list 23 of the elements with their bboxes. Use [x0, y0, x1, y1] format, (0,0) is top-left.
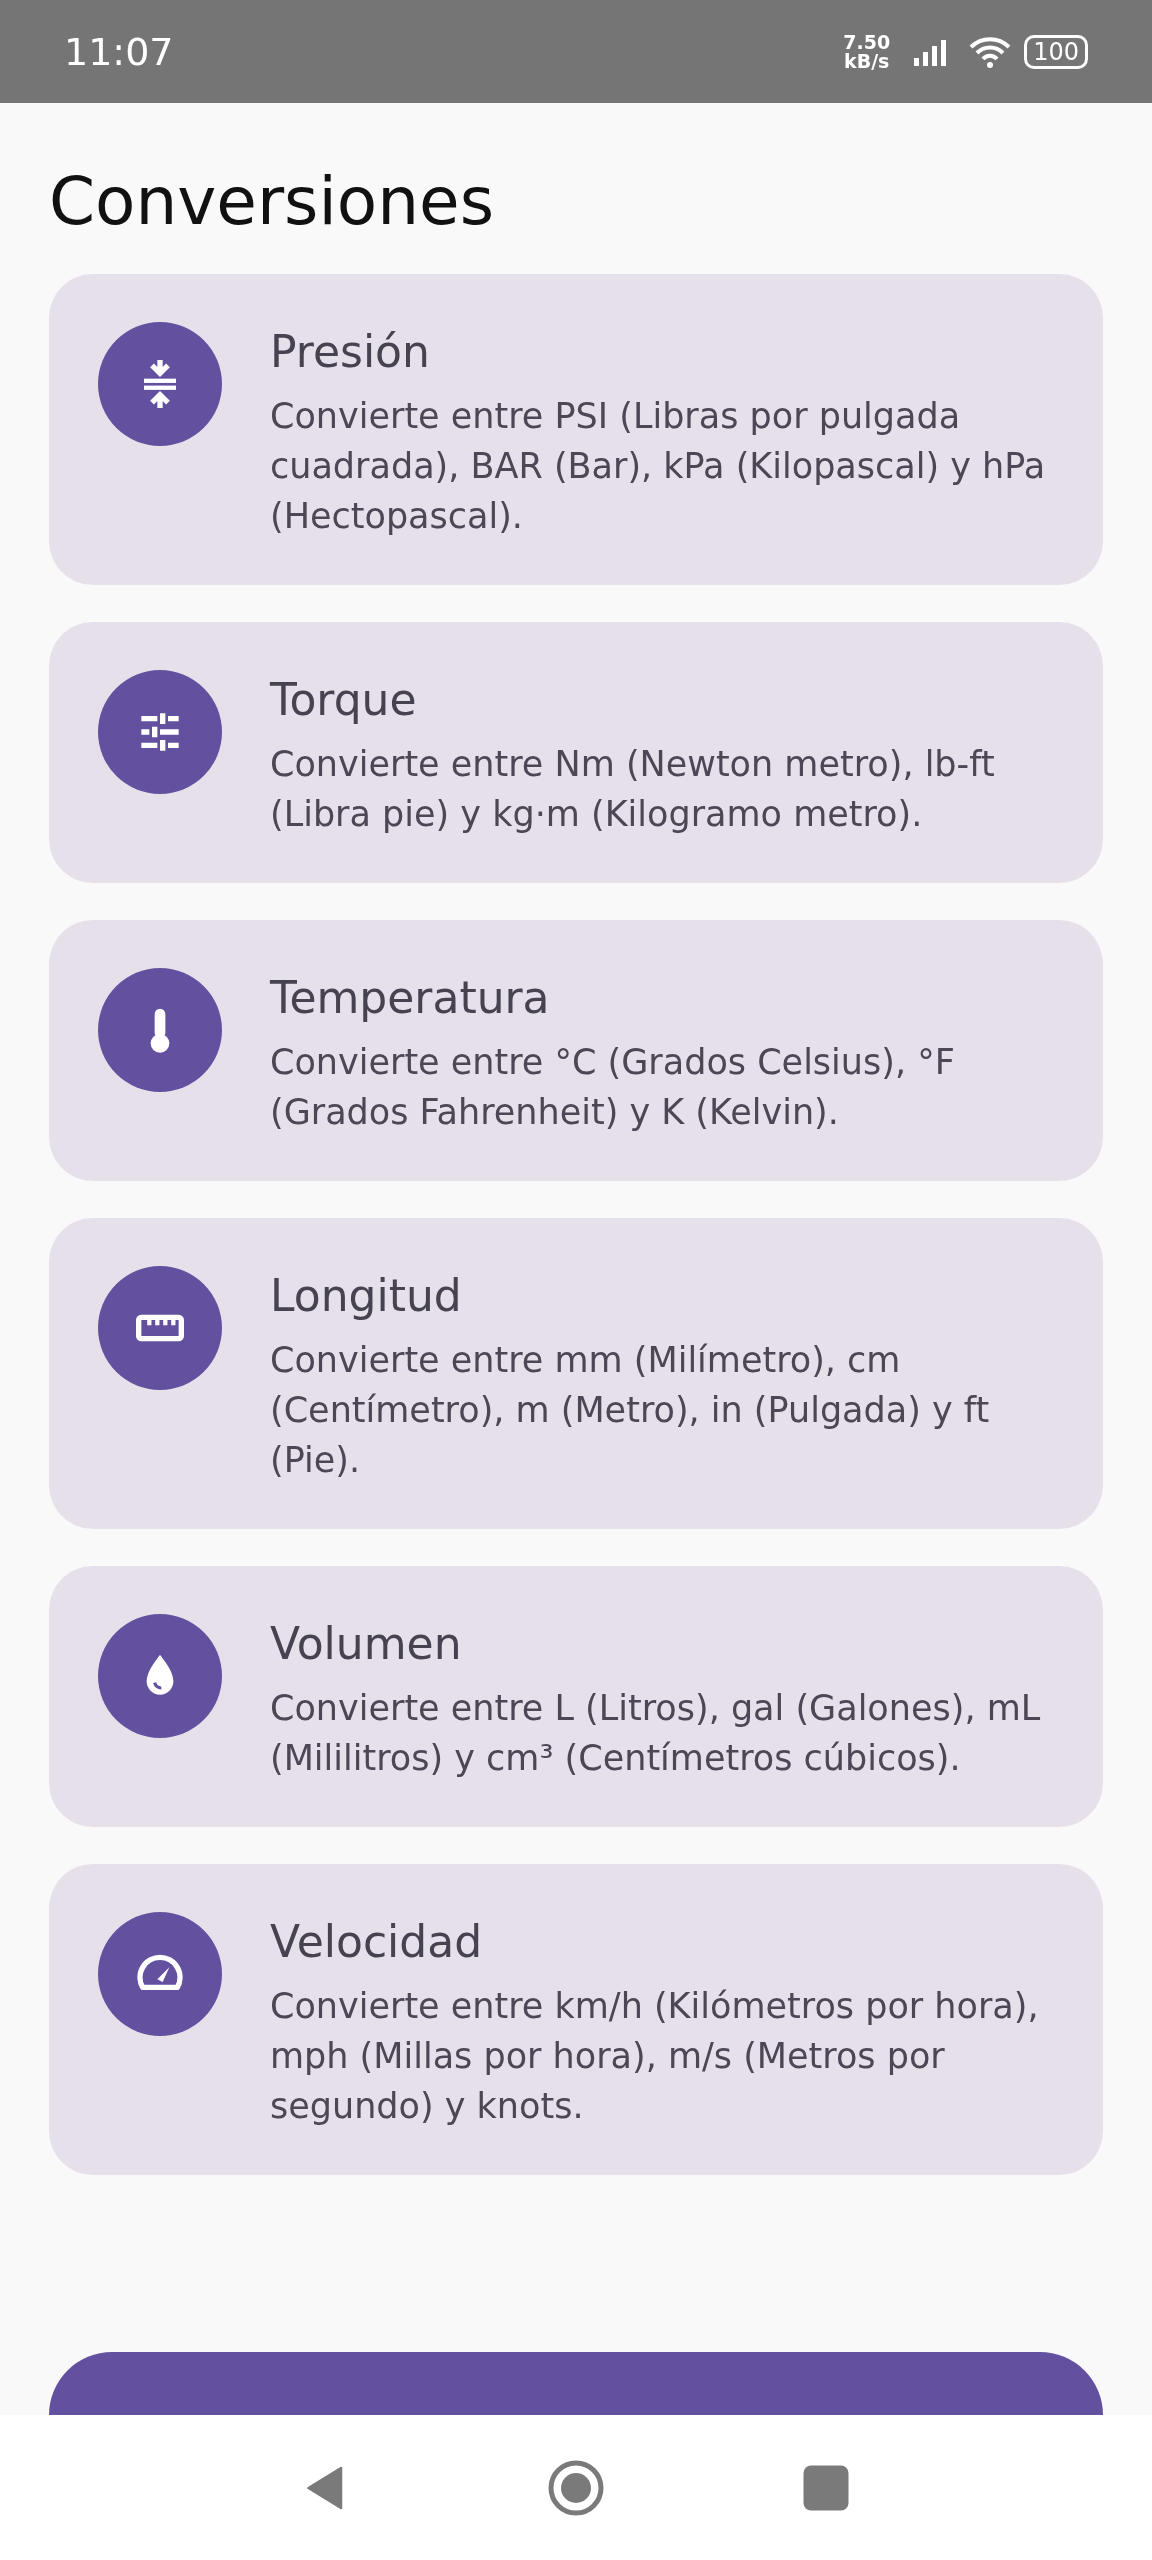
card-title: Torque	[270, 674, 418, 725]
conversion-card[interactable]: Presión Convierte entre PSI (Libras por pulgada cuadrada), BAR (Bar), kPa (Kilopascal) y hPa (Hectopascal).	[49, 274, 1103, 585]
conversion-card[interactable]: Velocidad Convierte entre km/h (Kilómetros por hora), mph (Millas por hora), m/s (Metros por segundo) y knots.	[49, 1864, 1103, 2175]
network-speed: 7.50 kB/s	[843, 32, 891, 71]
wifi-icon	[968, 34, 1013, 69]
conversion-card[interactable]: Volumen Convierte entre L (Litros), gal (Galones), mL (Mililitros) y cm³ (Centímetros cúbicos).	[49, 1566, 1103, 1827]
card-title: Presión	[270, 326, 431, 377]
card-description: Convierte entre PSI (Libras por pulgada cuadrada), BAR (Bar), kPa (Kilopascal) y hPa (Hectopascal).	[270, 395, 1047, 538]
card-title: Volumen	[270, 1618, 463, 1669]
card-description: Convierte entre km/h (Kilómetros por hora), mph (Millas por hora), m/s (Metros por segundo) y knots.	[270, 1985, 1040, 2128]
conversion-card[interactable]: Torque Convierte entre Nm (Newton metro), lb-ft (Libra pie) y kg·m (Kilogramo metro).	[49, 622, 1103, 883]
card-title: Temperatura	[270, 972, 551, 1023]
card-title: Velocidad	[270, 1916, 484, 1967]
battery-level: 100	[1024, 34, 1088, 69]
card-description: Convierte entre °C (Grados Celsius), °F (Grados Fahrenheit) y K (Kelvin).	[270, 1041, 956, 1134]
conversion-card[interactable]: Longitud Convierte entre mm (Milímetro), cm (Centímetro), m (Metro), in (Pulgada) y ft (Pie).	[49, 1218, 1103, 1529]
card-description: Convierte entre mm (Milímetro), cm (Centímetro), m (Metro), in (Pulgada) y ft (Pie).	[270, 1339, 991, 1482]
card-title: Longitud	[270, 1270, 463, 1321]
page-title: Conversiones	[48, 162, 496, 242]
conversion-card[interactable]: Temperatura Convierte entre °C (Grados Celsius), °F (Grados Fahrenheit) y K (Kelvin).	[49, 920, 1103, 1181]
clock: 11:07	[64, 29, 175, 74]
card-description: Convierte entre Nm (Newton metro), lb-ft (Libra pie) y kg·m (Kilogramo metro).	[270, 743, 996, 836]
card-description: Convierte entre L (Litros), gal (Galones), mL (Mililitros) y cm³ (Centímetros cúbicos).	[270, 1687, 1042, 1780]
